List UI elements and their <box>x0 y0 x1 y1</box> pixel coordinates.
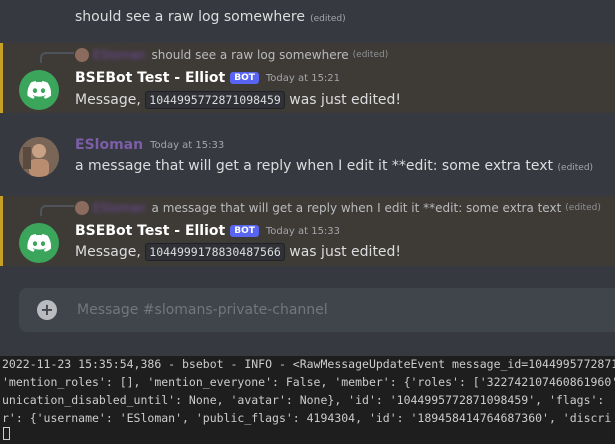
discord-logo-icon <box>27 234 51 252</box>
message-header: BSEBot Test - Elliot BOT Today at 15:21 <box>75 70 340 86</box>
reply-avatar <box>75 48 89 62</box>
reply-reference[interactable]: ESloman should see a raw log somewhere (… <box>75 48 388 62</box>
reply-text: a message that will get a reply when I e… <box>151 201 562 215</box>
timestamp: Today at 15:33 <box>150 139 225 151</box>
message-header: BSEBot Test - Elliot BOT Today at 15:33 <box>75 223 340 239</box>
bot-message-2[interactable]: ESloman a message that will get a reply … <box>0 196 615 266</box>
bot-avatar[interactable] <box>19 70 59 110</box>
timestamp: Today at 15:33 <box>265 225 341 237</box>
previous-message: should see a raw log somewhere (edited) <box>75 6 346 25</box>
reply-author[interactable]: ESloman <box>93 48 146 62</box>
message-text: should see a raw log somewhere <box>75 9 305 25</box>
edited-label: (edited) <box>310 14 346 24</box>
message-text: a message that will get a reply when I e… <box>75 158 554 174</box>
message-body: Message, 1044999178830487566 was just ed… <box>75 243 402 261</box>
bot-tag: BOT <box>230 225 259 237</box>
reply-author[interactable]: ESloman <box>93 201 146 215</box>
user-photo-icon <box>19 137 59 177</box>
terminal-line: unication_disabled_until': None, 'avatar… <box>2 393 605 407</box>
terminal-line: 'mention_roles': [], 'mention_everyone':… <box>2 375 615 389</box>
message-input[interactable] <box>75 298 599 322</box>
message-prefix: Message, <box>75 92 141 108</box>
user-avatar[interactable] <box>19 137 59 177</box>
reply-connector <box>40 205 74 216</box>
chat-area: should see a raw log somewhere (edited) … <box>0 0 615 356</box>
message-body: a message that will get a reply when I e… <box>75 158 593 174</box>
author-name[interactable]: BSEBot Test - Elliot <box>75 223 225 239</box>
terminal-panel[interactable]: 2022-11-23 15:35:54,386 - bsebot - INFO … <box>0 356 615 444</box>
bot-avatar[interactable] <box>19 223 59 263</box>
edited-label: (edited) <box>352 50 389 60</box>
message-body: Message, 1044995772871098459 was just ed… <box>75 91 402 109</box>
terminal-line: r': {'username': 'ESloman', 'public_flag… <box>2 411 612 425</box>
bot-tag: BOT <box>230 72 259 84</box>
author-name[interactable]: ESloman <box>75 137 143 153</box>
discord-logo-icon <box>27 81 51 99</box>
message-id-code: 1044999178830487566 <box>145 243 285 261</box>
edited-label: (edited) <box>565 203 601 213</box>
reply-reference[interactable]: ESloman a message that will get a reply … <box>75 201 601 215</box>
timestamp: Today at 15:21 <box>265 72 341 84</box>
terminal-cursor <box>3 427 10 440</box>
message-composer: + <box>19 288 615 332</box>
bot-message-1[interactable]: ESloman should see a raw log somewhere (… <box>0 43 615 113</box>
message-header: ESloman Today at 15:33 <box>75 137 224 153</box>
terminal-line: 2022-11-23 15:35:54,386 - bsebot - INFO … <box>2 357 615 371</box>
reply-text: should see a raw log somewhere <box>151 48 349 62</box>
message-suffix: was just edited! <box>289 92 402 108</box>
message-suffix: was just edited! <box>289 244 402 260</box>
author-name[interactable]: BSEBot Test - Elliot <box>75 70 225 86</box>
message-id-code: 1044995772871098459 <box>145 91 285 109</box>
reply-avatar <box>75 201 89 215</box>
message-prefix: Message, <box>75 244 141 260</box>
edited-label: (edited) <box>557 163 594 173</box>
add-attachment-icon[interactable]: + <box>37 300 57 320</box>
user-message[interactable]: ESloman Today at 15:33 a message that wi… <box>0 127 615 187</box>
reply-connector <box>40 52 74 63</box>
